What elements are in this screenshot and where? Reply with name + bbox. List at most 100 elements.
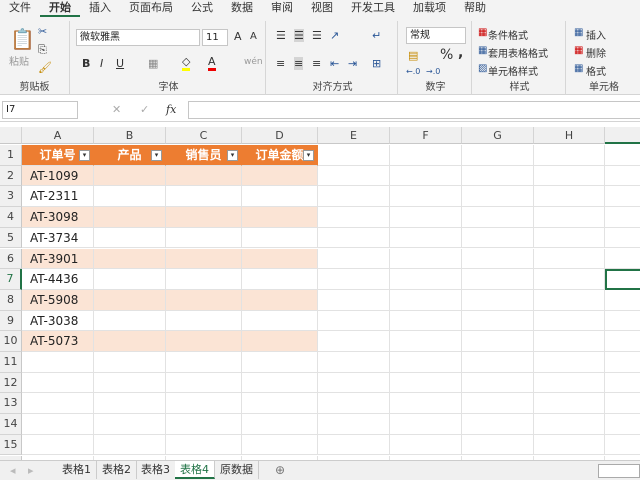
cell[interactable]	[318, 352, 390, 373]
table-cell[interactable]	[166, 186, 242, 208]
insert-button[interactable]: 插入	[586, 27, 606, 42]
increase-font-icon[interactable]: A	[234, 30, 242, 43]
table-cell[interactable]	[94, 331, 166, 352]
menu-home[interactable]: 开始	[40, 0, 80, 17]
cell[interactable]	[534, 145, 605, 166]
cell[interactable]	[166, 414, 242, 435]
cell[interactable]	[94, 352, 166, 373]
table-cell[interactable]	[242, 289, 318, 311]
order-id-cell[interactable]: AT-3901	[22, 248, 94, 270]
cell[interactable]	[605, 269, 640, 290]
column-header[interactable]: B	[94, 127, 166, 144]
cell[interactable]	[462, 414, 534, 435]
cell[interactable]	[605, 311, 640, 332]
align-left-icon[interactable]: ≡	[276, 57, 285, 70]
cell[interactable]	[462, 186, 534, 208]
cell[interactable]	[605, 290, 640, 311]
cell[interactable]	[462, 165, 534, 187]
bold-button[interactable]: B	[82, 57, 90, 70]
cell[interactable]	[534, 248, 605, 270]
cell[interactable]	[318, 331, 390, 352]
cell[interactable]	[318, 289, 390, 311]
copy-icon[interactable]: ⎘	[38, 43, 47, 57]
cell[interactable]	[462, 434, 534, 456]
italic-button[interactable]: I	[100, 57, 103, 70]
menu-data[interactable]: 数据	[222, 0, 262, 17]
cell[interactable]	[462, 207, 534, 228]
cell[interactable]	[22, 393, 94, 415]
cell[interactable]	[390, 145, 462, 166]
table-cell[interactable]	[166, 165, 242, 187]
increase-decimal-icon[interactable]: ←.0	[406, 67, 420, 76]
table-cell[interactable]	[94, 207, 166, 228]
cut-icon[interactable]: ✂	[38, 25, 47, 38]
cell[interactable]	[318, 414, 390, 435]
cell[interactable]	[390, 289, 462, 311]
table-cell[interactable]	[242, 331, 318, 352]
row-header[interactable]: 4	[0, 207, 22, 228]
scroll-left-icon[interactable]: ◂	[10, 464, 16, 477]
cell[interactable]	[390, 207, 462, 228]
cell[interactable]	[94, 434, 166, 456]
table-cell[interactable]	[166, 289, 242, 311]
filter-dropdown-icon[interactable]: ▾	[227, 150, 238, 161]
cell[interactable]	[534, 289, 605, 311]
decrease-decimal-icon[interactable]: →.0	[426, 67, 440, 76]
cell[interactable]	[534, 227, 605, 249]
formula-input[interactable]	[188, 101, 640, 119]
menu-insert[interactable]: 插入	[80, 0, 120, 17]
fill-color-icon[interactable]: ◇	[182, 55, 191, 71]
table-cell[interactable]	[94, 186, 166, 208]
cell[interactable]	[462, 372, 534, 394]
comma-button[interactable]: ,	[458, 45, 463, 61]
cell[interactable]	[605, 393, 640, 415]
percent-button[interactable]: %	[440, 47, 453, 63]
table-header-cell[interactable]: 订单号 ▾	[22, 145, 94, 166]
table-cell[interactable]	[166, 269, 242, 290]
order-id-cell[interactable]: AT-1099	[22, 165, 94, 187]
cell[interactable]	[462, 352, 534, 373]
menu-help[interactable]: 帮助	[455, 0, 495, 17]
row-header[interactable]: 10	[0, 331, 22, 352]
cell[interactable]	[390, 186, 462, 208]
cell[interactable]	[390, 165, 462, 187]
row-header[interactable]: 2	[0, 165, 22, 187]
delete-button[interactable]: 删除	[586, 45, 606, 60]
table-header-cell[interactable]: 产品 ▾	[94, 145, 166, 166]
scroll-right-icon[interactable]: ▸	[28, 464, 34, 477]
table-cell[interactable]	[242, 165, 318, 187]
cell[interactable]	[534, 331, 605, 352]
align-center-icon[interactable]: ≡	[294, 57, 304, 70]
column-header[interactable]: H	[534, 127, 605, 144]
paste-icon[interactable]: 📋	[10, 27, 35, 51]
cell[interactable]	[390, 434, 462, 456]
menu-view[interactable]: 视图	[302, 0, 342, 17]
cell[interactable]	[534, 269, 605, 290]
table-header-cell[interactable]: 订单金额 ▾	[242, 145, 318, 166]
cell[interactable]	[390, 269, 462, 290]
number-format-select[interactable]: 常规	[406, 27, 466, 44]
table-cell[interactable]	[242, 227, 318, 249]
table-cell[interactable]	[166, 331, 242, 352]
sheet-tab[interactable]: 表格1	[57, 461, 97, 479]
cell[interactable]	[318, 269, 390, 290]
cell[interactable]	[390, 331, 462, 352]
menu-file[interactable]: 文件	[0, 0, 40, 17]
cell[interactable]	[318, 207, 390, 228]
cell[interactable]	[605, 414, 640, 435]
cell[interactable]	[605, 249, 640, 270]
table-cell[interactable]	[242, 248, 318, 270]
menu-developer[interactable]: 开发工具	[342, 0, 404, 17]
row-header[interactable]: 13	[0, 393, 22, 415]
table-cell[interactable]	[242, 310, 318, 332]
sheet-tab[interactable]: 原数据	[215, 461, 259, 479]
row-header[interactable]: 3	[0, 186, 22, 208]
cell[interactable]	[605, 435, 640, 456]
cell[interactable]	[534, 434, 605, 456]
cell[interactable]	[462, 227, 534, 249]
row-header[interactable]: 5	[0, 227, 22, 249]
cell[interactable]	[318, 165, 390, 187]
cell[interactable]	[534, 165, 605, 187]
format-painter-icon[interactable]: 🖌	[38, 61, 52, 74]
cell[interactable]	[390, 352, 462, 373]
